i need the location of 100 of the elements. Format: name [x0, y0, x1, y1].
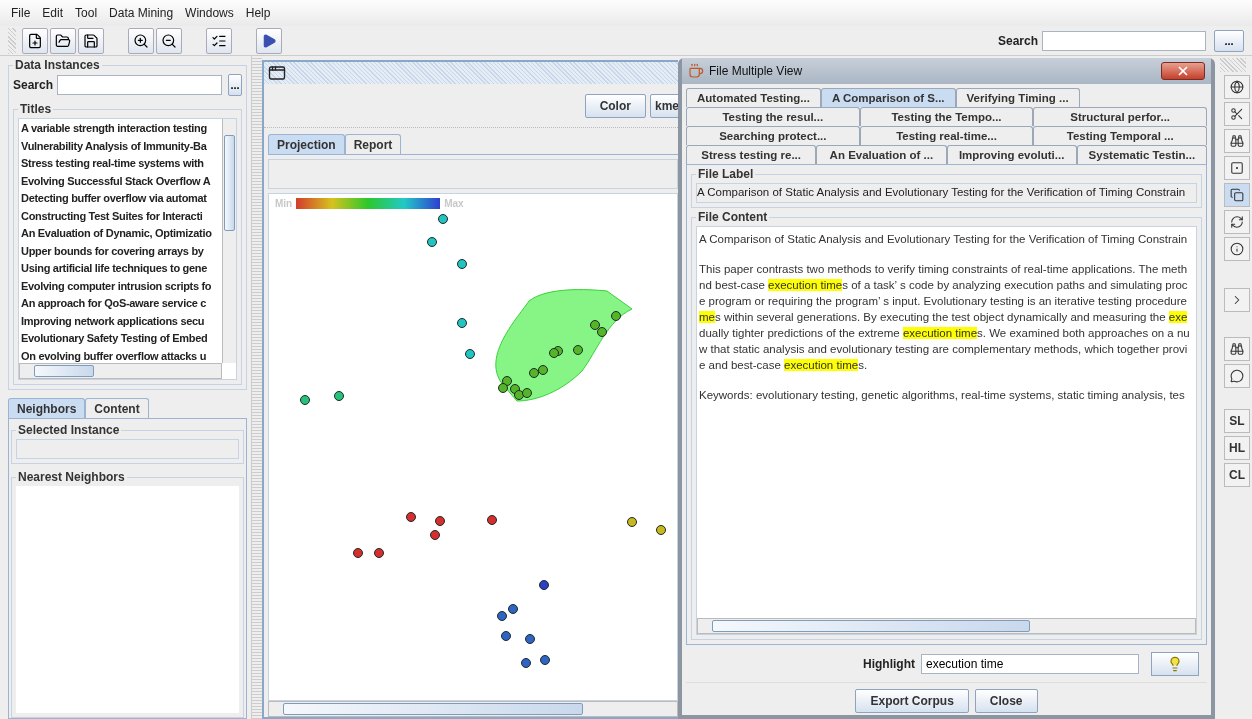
search-options-button[interactable]: ... [228, 74, 242, 96]
list-item[interactable]: Improving network applications secu [21, 312, 220, 330]
highlight-button[interactable] [1151, 651, 1199, 676]
list-item[interactable]: An Evaluation of Dynamic, Optimizatio [21, 225, 220, 243]
tab[interactable]: Content [85, 398, 149, 418]
data-point [540, 655, 550, 665]
data-point [590, 320, 600, 330]
tab[interactable]: An Evaluation of ... [816, 145, 947, 164]
tab[interactable]: Verifying Timing ... [955, 88, 1080, 107]
list-item[interactable]: Detecting buffer overflow via automat [21, 190, 220, 208]
menu-item[interactable]: Help [245, 6, 271, 20]
toolbar-button[interactable]: HL [1224, 436, 1250, 460]
toolbar-grip[interactable] [1220, 58, 1246, 72]
list-item[interactable]: Constructing Test Suites for Interacti [21, 207, 220, 225]
data-point [438, 214, 448, 224]
zoom-in-icon [133, 32, 149, 49]
tab[interactable]: Neighbors [8, 398, 86, 418]
list-item[interactable]: Evolving Successful Stack Overflow A [21, 172, 220, 190]
data-point [435, 516, 445, 526]
horizontal-scrollbar[interactable] [268, 701, 678, 717]
search-field[interactable] [1042, 30, 1206, 51]
color-button[interactable]: Color [584, 93, 646, 118]
file-label-field: A Comparison of Static Analysis and Evolutionary Testing for the Verification of Timing Constrain [696, 183, 1197, 203]
list-item[interactable]: Upper bounds for covering arrays by [21, 242, 220, 260]
new-file-button[interactable] [22, 27, 48, 54]
zoom-out-icon [161, 32, 177, 49]
menu-item[interactable]: Data Mining [109, 6, 174, 20]
play-button[interactable] [256, 27, 282, 54]
refresh-icon [1230, 215, 1244, 229]
list-item[interactable]: Stress testing real-time systems with [21, 155, 220, 173]
toolbar-grip[interactable] [8, 27, 16, 54]
data-point [522, 388, 532, 398]
tab[interactable]: Searching protect... [686, 126, 860, 145]
menu-item[interactable]: Windows [185, 6, 234, 20]
horizontal-scrollbar[interactable] [697, 618, 1196, 634]
data-point [374, 548, 384, 558]
tab[interactable]: Improving evoluti... [946, 145, 1077, 164]
toolbar-button[interactable] [1224, 364, 1250, 388]
tab[interactable]: Testing Temporal ... [1033, 126, 1207, 145]
toolbar-button[interactable] [1224, 337, 1250, 361]
vertical-scrollbar[interactable] [222, 119, 236, 363]
list-item[interactable]: Vulnerability Analysis of Immunity-Ba [21, 137, 220, 155]
list-item[interactable]: Using artificial life techniques to gene [21, 260, 220, 278]
zoom-in-button[interactable] [128, 27, 154, 54]
tab[interactable]: Stress testing re... [686, 145, 817, 164]
menu-item[interactable]: Tool [75, 6, 98, 20]
clustering-button[interactable]: kme [649, 93, 678, 118]
toolbar-button[interactable]: CL [1224, 463, 1250, 487]
toolbar-button[interactable]: SL [1224, 409, 1250, 433]
open-folder-button[interactable] [50, 27, 76, 54]
tab[interactable]: A Comparison of S... [820, 88, 956, 107]
list-item[interactable]: On evolving buffer overflow attacks u [21, 347, 220, 363]
zoom-out-button[interactable] [156, 27, 182, 54]
data-point [549, 348, 559, 358]
info-icon [1230, 242, 1244, 256]
toolbar-button[interactable] [1224, 102, 1250, 126]
list-item[interactable]: Evolutionary Safety Testing of Embed [21, 330, 220, 348]
tab[interactable]: Automated Testing... [686, 88, 821, 107]
tab[interactable]: Testing the Tempo... [859, 107, 1034, 126]
toolbar-button[interactable] [1224, 129, 1250, 153]
toolbar-button[interactable] [1224, 156, 1250, 180]
data-point [539, 580, 549, 590]
list-item[interactable]: A variable strength interaction testing [21, 120, 220, 138]
data-point [508, 604, 518, 614]
content-line: e program or requiring the program’ s input. Evolutionary testing is an iterative testing procedure [699, 294, 1188, 309]
menu-item[interactable]: Edit [42, 6, 64, 20]
toolbar-button[interactable] [1224, 237, 1250, 261]
toolbar-button[interactable] [1224, 183, 1250, 207]
save-icon [83, 32, 99, 49]
content-line: A Comparison of Static Analysis and Evolutionary Testing for the Verification of Timing Constrain [699, 232, 1189, 247]
toolbar-button[interactable] [1224, 210, 1250, 234]
search-field[interactable] [57, 75, 223, 95]
data-point [465, 349, 475, 359]
search-options-button[interactable]: ... [1214, 29, 1244, 52]
search-label: Search [997, 33, 1038, 48]
content-line: Keywords: evolutionary testing, genetic algorithms, real-time systems, static timing analysis, tes [699, 388, 1186, 403]
list-item[interactable]: Evolving computer intrusion scripts fo [21, 277, 220, 295]
toolbar-button[interactable] [1224, 75, 1250, 99]
close-button[interactable] [1161, 62, 1205, 80]
tab[interactable]: Testing the resul... [686, 107, 860, 126]
horizontal-scrollbar[interactable] [19, 363, 222, 379]
save-button[interactable] [78, 27, 104, 54]
tab[interactable]: Testing real-time... [859, 126, 1034, 145]
tab[interactable]: Structural perfor... [1033, 107, 1207, 126]
highlight-field[interactable]: execution time [921, 653, 1139, 674]
close-button[interactable]: Close [974, 689, 1038, 713]
data-point [406, 512, 416, 522]
content-line: This paper contrasts two methods to verify timing constraints of real-time applications. The meth [699, 262, 1189, 277]
list-item[interactable]: An approach for QoS-aware service c [21, 295, 220, 313]
data-point [656, 525, 666, 535]
tab[interactable]: Systematic Testin... [1076, 145, 1207, 164]
export-corpus-button[interactable]: Export Corpus [855, 689, 969, 713]
section-title: File Label [697, 167, 755, 181]
menu-item[interactable]: File [11, 6, 31, 20]
lightbulb-icon [1167, 655, 1183, 672]
tab[interactable]: Report [344, 134, 402, 154]
section-title: Nearest Neighbors [17, 470, 126, 484]
splitter-handle[interactable] [252, 56, 262, 719]
checklist-button[interactable] [206, 27, 232, 54]
tab[interactable]: Projection [268, 134, 345, 154]
